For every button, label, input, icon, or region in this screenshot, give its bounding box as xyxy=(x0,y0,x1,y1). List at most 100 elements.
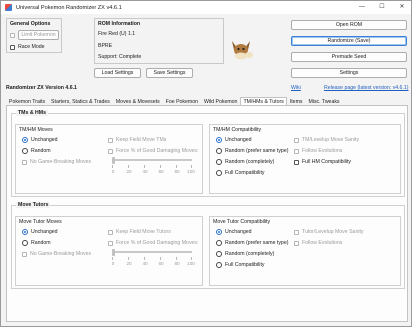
checkbox-box xyxy=(108,229,113,235)
rom-info-legend: ROM Information xyxy=(98,21,141,27)
checkbox-label: Keep Field Move TMs xyxy=(116,137,167,143)
window-title: Universal Pokemon Randomizer ZX v4.6.1 xyxy=(16,4,122,11)
tm-force-good-checkbox[interactable]: Force % of Good Damaging Moves: xyxy=(108,148,198,154)
limit-pokemon-checkbox[interactable] xyxy=(10,33,15,38)
checkbox-box xyxy=(10,44,15,50)
radio-label: Unchanged xyxy=(31,137,58,143)
minimize-button[interactable]: — xyxy=(353,1,371,14)
checkbox-box xyxy=(294,148,299,154)
load-settings-button[interactable]: Load Settings xyxy=(94,68,141,78)
tm-moves-random-radio[interactable]: Random xyxy=(22,148,51,154)
wiki-link[interactable]: Wiki xyxy=(291,85,301,91)
radio-label: Random xyxy=(31,240,51,246)
radio-circle xyxy=(22,240,28,246)
radio-circle xyxy=(216,148,222,154)
save-settings-button[interactable]: Save Settings xyxy=(146,68,193,78)
tab-panel: TMs & HMs TM/HM Moves Unchanged Random N… xyxy=(6,105,408,322)
close-button[interactable]: ✕ xyxy=(393,1,411,14)
settings-button[interactable]: Settings xyxy=(291,68,407,78)
full-hm-compat-checkbox[interactable]: Full HM Compatibility xyxy=(294,159,351,165)
tm-compat-random-prefer-radio[interactable]: Random (prefer same type) xyxy=(216,148,288,154)
tm-compat-unchanged-radio[interactable]: Unchanged xyxy=(216,137,252,143)
radio-circle xyxy=(216,251,222,257)
tutor-force-good-checkbox[interactable]: Force % of Good Damaging Moves: xyxy=(108,240,198,246)
tms-hms-legend: TMs & HMs xyxy=(16,110,48,116)
tutor-compat-unchanged-radio[interactable]: Unchanged xyxy=(216,229,252,235)
tutor-moves-random-radio[interactable]: Random xyxy=(22,240,51,246)
radio-label: Random (prefer same type) xyxy=(225,148,289,154)
tutor-compat-full-radio[interactable]: Full Compatibility xyxy=(216,262,265,268)
checkbox-box xyxy=(294,240,299,246)
slider-tick xyxy=(191,165,192,168)
radio-label: Full Compatibility xyxy=(225,170,265,176)
tm-hm-compat-group: TM/HM Compatibility Unchanged Random (pr… xyxy=(209,124,401,194)
checkbox-box xyxy=(22,251,27,257)
tutor-no-game-breaking-checkbox[interactable]: No Game-Breaking Moves xyxy=(22,251,91,257)
slider-tick-label: 40 xyxy=(142,169,148,174)
slider-tick-label: 0 xyxy=(111,261,115,266)
limit-pokemon-button[interactable]: Limit Pokemon xyxy=(18,30,59,40)
slider-tick-label: 0 xyxy=(111,169,115,174)
tutor-force-good-slider[interactable]: 0 20 40 60 80 100 xyxy=(111,249,195,271)
checkbox-box xyxy=(108,137,113,143)
release-page-link[interactable]: Release page (latest version: v4.6.1) xyxy=(324,85,409,91)
radio-label: Unchanged xyxy=(225,229,252,235)
checkbox-box xyxy=(294,229,299,235)
slider-tick xyxy=(160,257,161,260)
tutor-levelup-sanity-checkbox[interactable]: Tutor/Levelup Move Sanity xyxy=(294,229,364,235)
move-tutor-moves-legend: Move Tutor Moves xyxy=(19,219,62,225)
tm-keep-field-checkbox[interactable]: Keep Field Move TMs xyxy=(108,137,166,143)
tm-compat-full-radio[interactable]: Full Compatibility xyxy=(216,170,265,176)
radio-label: Random (completely) xyxy=(225,159,275,165)
radio-circle xyxy=(216,170,222,176)
checkbox-label: TM/Levelup Move Sanity xyxy=(302,137,360,143)
slider-tick xyxy=(144,165,145,168)
move-tutor-moves-group: Move Tutor Moves Unchanged Random No Gam… xyxy=(15,216,203,286)
race-mode-checkbox[interactable]: Race Mode xyxy=(10,44,45,50)
maximize-button[interactable]: ☐ xyxy=(373,1,391,14)
randomize-save-button[interactable]: Randomize (Save) xyxy=(291,36,407,46)
tm-follow-evolutions-checkbox[interactable]: Follow Evolutions xyxy=(294,148,342,154)
tutor-compat-random-prefer-radio[interactable]: Random (prefer same type) xyxy=(216,240,288,246)
radio-circle xyxy=(216,262,222,268)
version-label: Randomizer ZX Version 4.6.1 xyxy=(6,85,77,91)
radio-circle xyxy=(216,229,222,235)
race-mode-label: Race Mode xyxy=(18,44,45,50)
tm-hm-moves-legend: TM/HM Moves xyxy=(19,127,53,133)
tms-hms-section: TMs & HMs TM/HM Moves Unchanged Random N… xyxy=(11,110,405,197)
slider-thumb[interactable] xyxy=(112,249,115,256)
checkbox-label: No Game-Breaking Moves xyxy=(30,159,92,165)
eevee-icon xyxy=(232,41,253,60)
checkbox-label: Keep Field Move Tutors xyxy=(116,229,171,235)
checkbox-box xyxy=(108,148,113,154)
premade-seed-button[interactable]: Premade Seed xyxy=(291,52,407,62)
tutor-moves-unchanged-radio[interactable]: Unchanged xyxy=(22,229,58,235)
radio-circle xyxy=(22,229,28,235)
tutor-follow-evolutions-checkbox[interactable]: Follow Evolutions xyxy=(294,240,342,246)
checkbox-box xyxy=(294,159,299,165)
slider-tick-label: 80 xyxy=(174,169,180,174)
title-bar: Universal Pokemon Randomizer ZX v4.6.1 xyxy=(1,1,411,14)
radio-label: Unchanged xyxy=(225,137,252,143)
tm-levelup-sanity-checkbox[interactable]: TM/Levelup Move Sanity xyxy=(294,137,359,143)
slider-tick xyxy=(128,165,129,168)
tm-force-good-slider[interactable]: 0 20 40 60 80 100 xyxy=(111,157,195,179)
radio-circle xyxy=(216,159,222,165)
slider-tick-label: 100 xyxy=(187,261,195,266)
radio-circle xyxy=(216,240,222,246)
checkbox-label: Force % of Good Damaging Moves: xyxy=(116,148,199,154)
tm-moves-unchanged-radio[interactable]: Unchanged xyxy=(22,137,58,143)
slider-thumb[interactable] xyxy=(112,157,115,164)
tm-compat-random-completely-radio[interactable]: Random (completely) xyxy=(216,159,274,165)
radio-circle xyxy=(216,137,222,143)
radio-label: Random xyxy=(31,148,51,154)
slider-track xyxy=(112,251,192,253)
slider-tick-label: 20 xyxy=(126,169,132,174)
rom-name: Fire Red (U) 1.1 xyxy=(98,31,136,37)
tutor-compat-random-completely-radio[interactable]: Random (completely) xyxy=(216,251,274,257)
tutor-keep-field-checkbox[interactable]: Keep Field Move Tutors xyxy=(108,229,171,235)
move-tutor-compat-group: Move Tutor Compatibility Unchanged Rando… xyxy=(209,216,401,286)
tm-hm-moves-group: TM/HM Moves Unchanged Random No Game-Bre… xyxy=(15,124,203,194)
tm-no-game-breaking-checkbox[interactable]: No Game-Breaking Moves xyxy=(22,159,91,165)
open-rom-button[interactable]: Open ROM xyxy=(291,20,407,30)
